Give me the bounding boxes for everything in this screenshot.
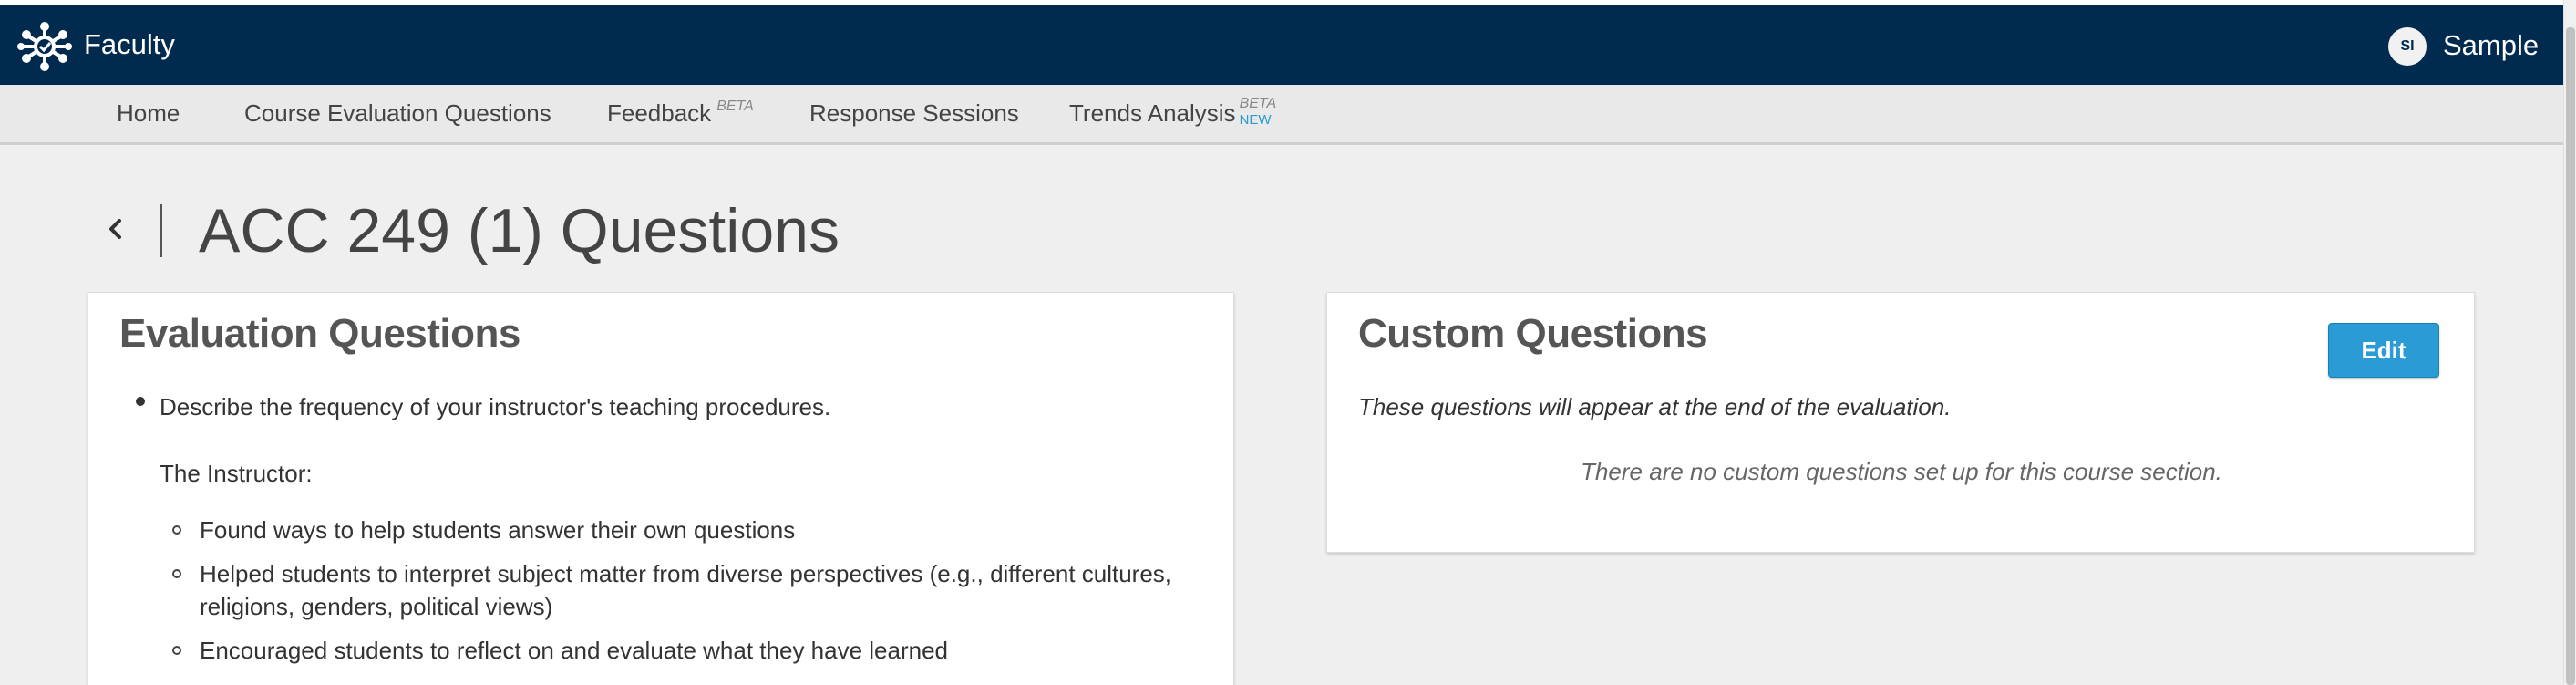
evaluation-questions-card: Evaluation Questions Describe the freque… bbox=[88, 292, 1234, 685]
custom-questions-note: These questions will appear at the end o… bbox=[1358, 393, 1952, 420]
question-text: Describe the frequency of your instructo… bbox=[160, 393, 831, 420]
trends-badges: BETA NEW bbox=[1239, 96, 1277, 128]
custom-questions-card: Custom Questions Edit These questions wi… bbox=[1326, 292, 2475, 553]
nav-response-sessions[interactable]: Response Sessions bbox=[809, 99, 1019, 128]
title-divider bbox=[160, 204, 162, 257]
new-badge: NEW bbox=[1239, 112, 1272, 128]
main-nav: Home Course Evaluation Questions Feedbac… bbox=[0, 85, 2563, 145]
nav-response-sessions-label: Response Sessions bbox=[809, 99, 1019, 127]
avatar[interactable]: SI bbox=[2388, 27, 2427, 66]
nav-home[interactable]: Home bbox=[117, 99, 180, 128]
top-header: Faculty SI Sample bbox=[0, 5, 2563, 85]
custom-questions-title: Custom Questions bbox=[1358, 311, 1708, 356]
app-name[interactable]: Faculty bbox=[84, 28, 175, 61]
network-hub-icon[interactable] bbox=[16, 21, 73, 72]
circle-bullet-icon bbox=[172, 525, 181, 535]
list-item-text: Found ways to help students answer their… bbox=[200, 516, 796, 544]
empty-state-message: There are no custom questions set up for… bbox=[1581, 458, 2222, 485]
beta-badge: BETA bbox=[716, 99, 754, 114]
nav-trends-analysis[interactable]: Trends Analysis BETA NEW bbox=[1069, 96, 1277, 128]
list-item: Found ways to help students answer their… bbox=[172, 514, 1211, 546]
list-item: Encouraged students to reflect on and ev… bbox=[172, 634, 1211, 667]
evaluation-questions-title: Evaluation Questions bbox=[119, 311, 520, 356]
beta-badge: BETA bbox=[1239, 96, 1277, 111]
circle-bullet-icon bbox=[172, 646, 181, 655]
list-item-text: Helped students to interpret subject mat… bbox=[200, 560, 1172, 620]
list-item-text: Encouraged students to reflect on and ev… bbox=[200, 637, 949, 664]
scrollbar-thumb[interactable] bbox=[2566, 27, 2575, 685]
nav-feedback[interactable]: Feedback BETA bbox=[607, 99, 754, 128]
circle-bullet-icon bbox=[172, 569, 181, 578]
nav-course-evaluation-questions-label: Course Evaluation Questions bbox=[244, 99, 551, 127]
nav-trends-analysis-label: Trends Analysis bbox=[1069, 99, 1236, 127]
nav-home-label: Home bbox=[117, 99, 180, 127]
bullet-icon bbox=[136, 397, 145, 406]
edit-button[interactable]: Edit bbox=[2328, 323, 2439, 378]
page-scrollbar[interactable] bbox=[2563, 0, 2576, 685]
page-title: ACC 249 (1) Questions bbox=[199, 196, 840, 265]
question-items: Found ways to help students answer their… bbox=[172, 514, 1211, 678]
list-item: Helped students to interpret subject mat… bbox=[172, 557, 1211, 623]
nav-course-evaluation-questions[interactable]: Course Evaluation Questions bbox=[244, 99, 551, 128]
nav-feedback-label: Feedback bbox=[607, 99, 712, 127]
chevron-left-icon[interactable] bbox=[102, 215, 129, 243]
question-intro: The Instructor: bbox=[160, 460, 313, 487]
user-name[interactable]: Sample bbox=[2443, 29, 2539, 62]
